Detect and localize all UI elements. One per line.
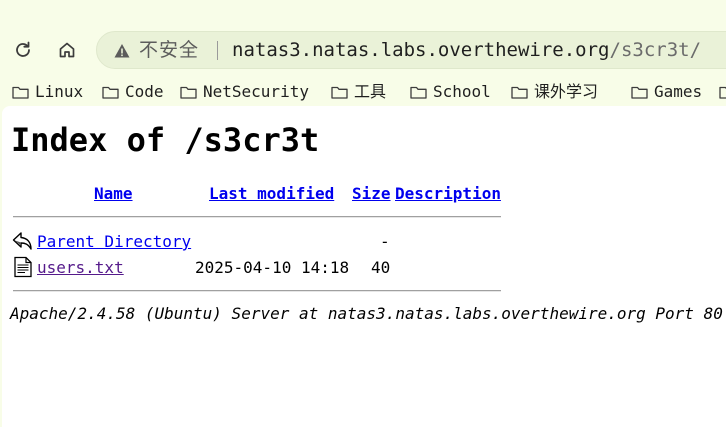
bookmark-folder-linux[interactable]: Linux — [12, 80, 83, 104]
bookmark-folder-extracurricular[interactable]: 课外学习 — [511, 80, 598, 104]
address-divider — [217, 41, 218, 60]
home-button[interactable] — [55, 38, 79, 62]
text-file-icon — [14, 256, 32, 278]
bookmark-folder-overflow[interactable] — [719, 80, 726, 104]
page-title: Index of /s3cr3t — [11, 121, 320, 159]
address-bar[interactable]: 不安全 natas3.natas.labs.overthewire.org/s3… — [96, 31, 726, 69]
column-header-description[interactable]: Description — [395, 184, 501, 204]
header-divider — [13, 216, 501, 218]
reload-button[interactable] — [11, 38, 35, 62]
bookmark-label: 工具 — [354, 82, 387, 101]
parent-directory-link[interactable]: Parent Directory — [37, 232, 191, 252]
browser-toolbar: 不安全 natas3.natas.labs.overthewire.org/s3… — [0, 0, 726, 78]
folder-icon — [410, 86, 427, 99]
bookmark-folder-netsecurity[interactable]: NetSecurity — [180, 80, 309, 104]
row-size: 40 — [371, 258, 391, 277]
column-header-size[interactable]: Size — [352, 184, 391, 204]
home-icon — [59, 42, 75, 58]
warning-triangle-icon[interactable] — [113, 42, 131, 60]
footer-divider — [13, 290, 501, 292]
bookmark-label: Games — [654, 82, 703, 101]
url-path: /s3cr3t/ — [609, 39, 702, 61]
bookmark-label: Code — [125, 82, 164, 101]
row-size: - — [380, 232, 390, 251]
folder-icon — [180, 86, 197, 99]
column-header-last-modified[interactable]: Last modified — [209, 184, 334, 204]
bookmark-label: School — [433, 82, 491, 101]
back-icon — [12, 232, 32, 250]
bookmark-label: Linux — [35, 82, 84, 101]
folder-icon — [631, 86, 648, 99]
bookmark-folder-games[interactable]: Games — [631, 80, 702, 104]
url-text[interactable]: natas3.natas.labs.overthewire.org/s3cr3t… — [232, 38, 701, 62]
folder-icon — [102, 86, 119, 99]
folder-icon — [511, 86, 528, 99]
bookmark-folder-tools[interactable]: 工具 — [331, 80, 386, 104]
file-link-users-txt[interactable]: users.txt — [37, 258, 124, 278]
server-signature: Apache/2.4.58 (Ubuntu) Server at natas3.… — [10, 304, 723, 323]
security-label[interactable]: 不安全 — [139, 38, 199, 62]
bookmark-folder-school[interactable]: School — [410, 80, 491, 104]
folder-icon — [12, 86, 29, 99]
reload-icon — [16, 41, 30, 57]
column-header-name[interactable]: Name — [94, 184, 133, 204]
folder-icon — [331, 86, 348, 99]
bookmark-folder-code[interactable]: Code — [102, 80, 164, 104]
page-content: Index of /s3cr3t Name Last modified Size… — [2, 106, 726, 427]
bookmarks-bar: Linux Code NetSecurity 工具 School 课外学习 Ga… — [0, 78, 726, 106]
bookmark-label: 课外学习 — [534, 82, 599, 101]
row-last-modified: 2025-04-10 14:18 — [195, 258, 350, 277]
bookmark-label: NetSecurity — [203, 82, 309, 101]
folder-icon — [719, 86, 726, 99]
url-host: natas3.natas.labs.overthewire.org — [232, 39, 610, 61]
